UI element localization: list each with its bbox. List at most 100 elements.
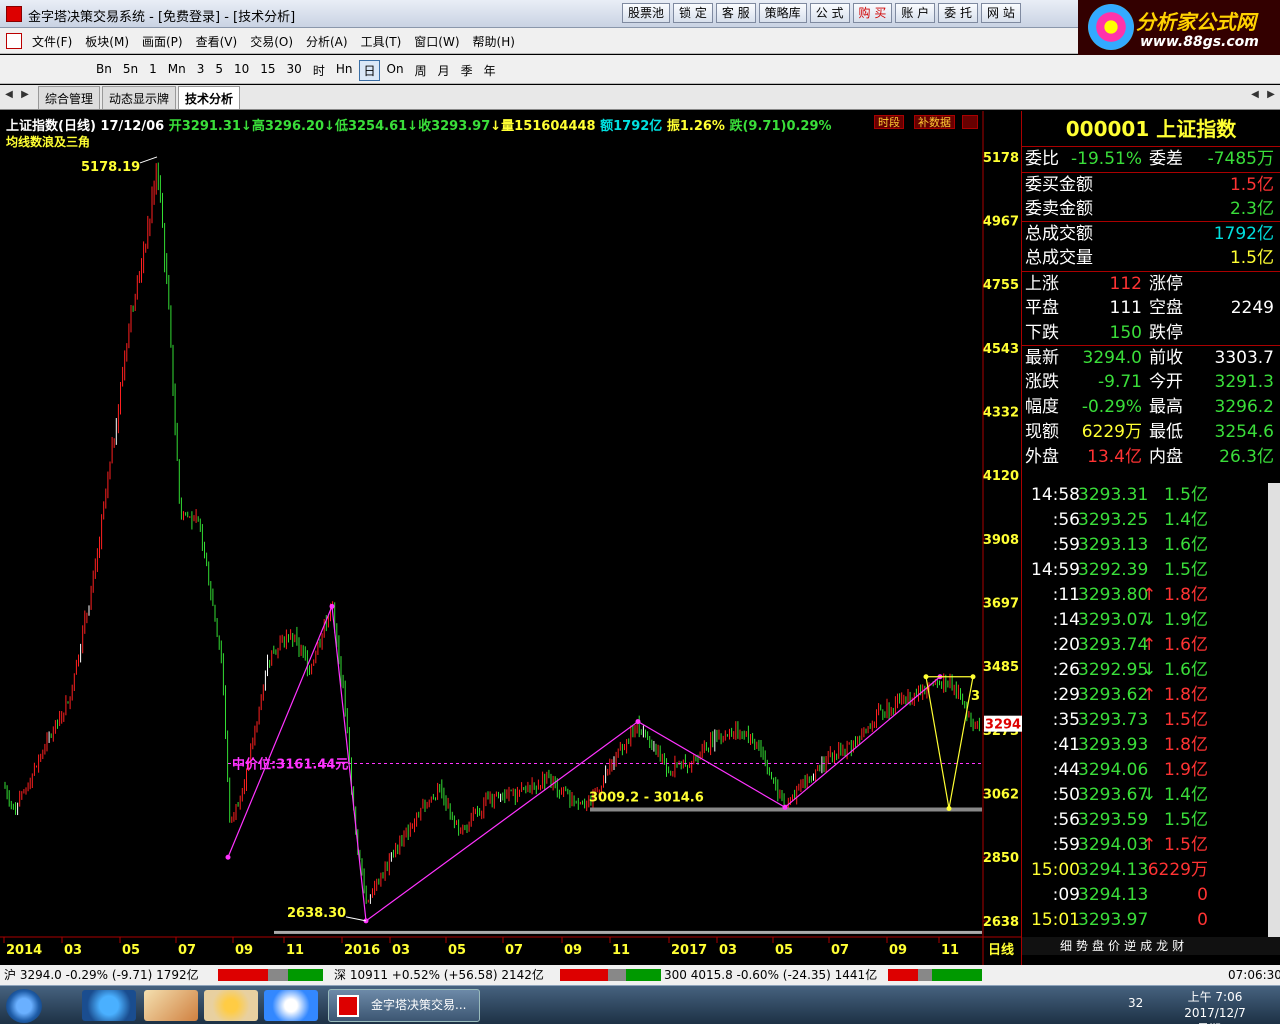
tick-time: :59 xyxy=(1052,535,1080,555)
menu-item[interactable]: 分析(A) xyxy=(306,33,348,50)
panel-bottom-tab[interactable]: 盘 xyxy=(1092,937,1104,955)
tick-time: 15:00 xyxy=(1031,860,1080,880)
title-button[interactable]: 股票池 xyxy=(622,3,671,23)
tab[interactable]: 技术分析 xyxy=(178,86,241,109)
title-button[interactable]: 购 买 xyxy=(852,3,893,23)
period-button[interactable]: 年 xyxy=(480,60,500,81)
title-button[interactable]: 锁 定 xyxy=(673,3,713,23)
window-title: 金字塔决策交易系统 - [免费登录] - [技术分析] xyxy=(28,10,296,25)
panel-bottom-tab[interactable]: 价 xyxy=(1108,937,1120,955)
period-button[interactable]: 3 xyxy=(193,60,209,81)
panel-scroll-left-icon[interactable]: ◀ xyxy=(1248,89,1262,105)
menu-item[interactable]: 帮助(H) xyxy=(473,33,515,50)
y-tick-label: 5178 xyxy=(983,151,1019,166)
menu-item[interactable]: 板块(M) xyxy=(85,33,129,50)
period-button[interactable]: 15 xyxy=(256,60,279,81)
menu-item[interactable]: 工具(T) xyxy=(361,33,402,50)
title-button[interactable]: 账 户 xyxy=(895,3,936,23)
tick-scrollbar[interactable] xyxy=(1268,483,1280,953)
tick-time: 15:01 xyxy=(1031,910,1080,930)
period-button[interactable]: 1 xyxy=(145,60,161,81)
document-icon[interactable] xyxy=(6,33,22,49)
panel-bottom-tab[interactable]: 财 xyxy=(1172,937,1184,955)
taskbar-active-app[interactable]: 金字塔决策交易... xyxy=(328,989,480,1022)
tab-scroll-left-icon[interactable]: ◀ xyxy=(2,89,16,105)
quote-label: 空盘 xyxy=(1149,297,1183,318)
panel-bottom-tab[interactable]: 细 xyxy=(1060,937,1072,955)
tick-row: :41 3293.93 1.8亿 xyxy=(1022,733,1268,758)
menu-item[interactable]: 画面(P) xyxy=(142,33,183,50)
fill-data-button[interactable]: 补数据 xyxy=(914,115,955,129)
panel-bottom-tab[interactable]: 逆 xyxy=(1124,937,1136,955)
period-button[interactable]: 日 xyxy=(359,60,380,81)
panel-bottom-tab[interactable]: 势 xyxy=(1076,937,1088,955)
tick-time: :44 xyxy=(1052,760,1080,780)
chart-canvas[interactable]: 5178496747554543433241203908369734853273… xyxy=(0,111,1022,965)
title-button[interactable]: 公 式 xyxy=(809,3,850,23)
tick-row: :14 3293.07 ↓ 1.9亿 xyxy=(1022,608,1268,633)
period-button[interactable]: 时 xyxy=(309,60,329,81)
quote-row: 最新 3294.0 前收 3303.7 xyxy=(1022,345,1280,370)
quote-value: 3303.7 xyxy=(1214,348,1274,369)
quote-value: 1792亿 xyxy=(1213,224,1274,245)
tick-price: 3293.97 xyxy=(1078,910,1149,930)
panel-scroll-right-icon[interactable]: ▶ xyxy=(1264,89,1278,105)
tab[interactable]: 综合管理 xyxy=(38,86,101,109)
pyramid-app-icon xyxy=(337,995,359,1017)
quote-row: 幅度 -0.29% 最高 3296.2 xyxy=(1022,395,1280,420)
period-toolbar: Bn 5n 1 Mn 3 5 10 15 30 时 Hn 日 On 周月季年 xyxy=(0,55,1280,84)
title-button[interactable]: 网 站 xyxy=(981,3,1021,23)
wave-point xyxy=(782,804,788,810)
period-button[interactable]: Mn xyxy=(164,60,190,81)
menu-item[interactable]: 查看(V) xyxy=(196,33,238,50)
title-button[interactable]: 委 托 xyxy=(938,3,978,23)
period-tag-button[interactable]: 时段 xyxy=(874,115,904,129)
period-button[interactable]: On xyxy=(383,60,408,81)
period-button[interactable]: Bn xyxy=(92,60,116,81)
tick-price: 3294.03 xyxy=(1078,835,1149,855)
quote-label: 总成交量 xyxy=(1025,248,1093,269)
candlestick-chart[interactable]: 5178496747554543433241203908369734853273… xyxy=(0,111,1022,965)
quote-value: 3294.0 xyxy=(1082,348,1142,369)
panel-bottom-tab[interactable]: 龙 xyxy=(1156,937,1168,955)
ie-icon[interactable] xyxy=(82,990,136,1021)
menu-item[interactable]: 窗口(W) xyxy=(414,33,459,50)
bird-app-icon[interactable] xyxy=(264,990,318,1021)
paint-icon[interactable] xyxy=(204,990,258,1021)
start-button[interactable] xyxy=(6,989,42,1023)
low-label: 2638.30 xyxy=(287,906,346,921)
triangle-vertex xyxy=(923,674,929,680)
tick-price: 3294.06 xyxy=(1078,760,1149,780)
menu-item[interactable]: 交易(O) xyxy=(250,33,293,50)
chart-tool-icon[interactable] xyxy=(962,115,978,129)
period-button[interactable]: 周 xyxy=(411,60,431,81)
tick-price: 3292.39 xyxy=(1078,560,1149,580)
period-button[interactable]: 10 xyxy=(230,60,253,81)
period-button[interactable]: 5 xyxy=(211,60,227,81)
tab-scroll-right-icon[interactable]: ▶ xyxy=(18,89,32,105)
period-button[interactable]: 30 xyxy=(283,60,306,81)
tick-row: :44 3294.06 1.9亿 xyxy=(1022,758,1268,783)
chart-date: 17/12/06 xyxy=(100,119,165,134)
clock[interactable]: 上午 7:06 2017/12/7 星期四 xyxy=(1180,989,1250,1024)
quote-value: -0.29% xyxy=(1081,396,1142,417)
image-viewer-icon[interactable] xyxy=(144,990,198,1021)
title-button[interactable]: 策略库 xyxy=(758,3,807,23)
tick-list[interactable]: 14:58 3293.31 1.5亿:56 3293.25 1.4亿:59 3293.13… xyxy=(1022,483,1268,933)
quote-value: 1.5亿 xyxy=(1229,174,1274,195)
last-price-label: 3294 xyxy=(985,718,1021,733)
panel-bottom-tab[interactable]: 成 xyxy=(1140,937,1152,955)
tick-volume: 1.8亿 xyxy=(1163,685,1208,705)
title-button[interactable]: 客 服 xyxy=(715,3,756,23)
period-button[interactable]: 5n xyxy=(119,60,142,81)
tick-price: 3293.59 xyxy=(1078,810,1149,830)
period-button[interactable]: 月 xyxy=(434,60,454,81)
period-button[interactable]: Hn xyxy=(332,60,357,81)
period-button[interactable]: 季 xyxy=(457,60,477,81)
tick-time: :20 xyxy=(1052,635,1080,655)
tick-price: 3293.25 xyxy=(1078,510,1149,530)
quote-label: 委卖金额 xyxy=(1025,198,1093,219)
menu-item[interactable]: 文件(F) xyxy=(32,33,72,50)
x-tick-label: 03 xyxy=(392,943,410,958)
tab[interactable]: 动态显示牌 xyxy=(102,86,177,109)
